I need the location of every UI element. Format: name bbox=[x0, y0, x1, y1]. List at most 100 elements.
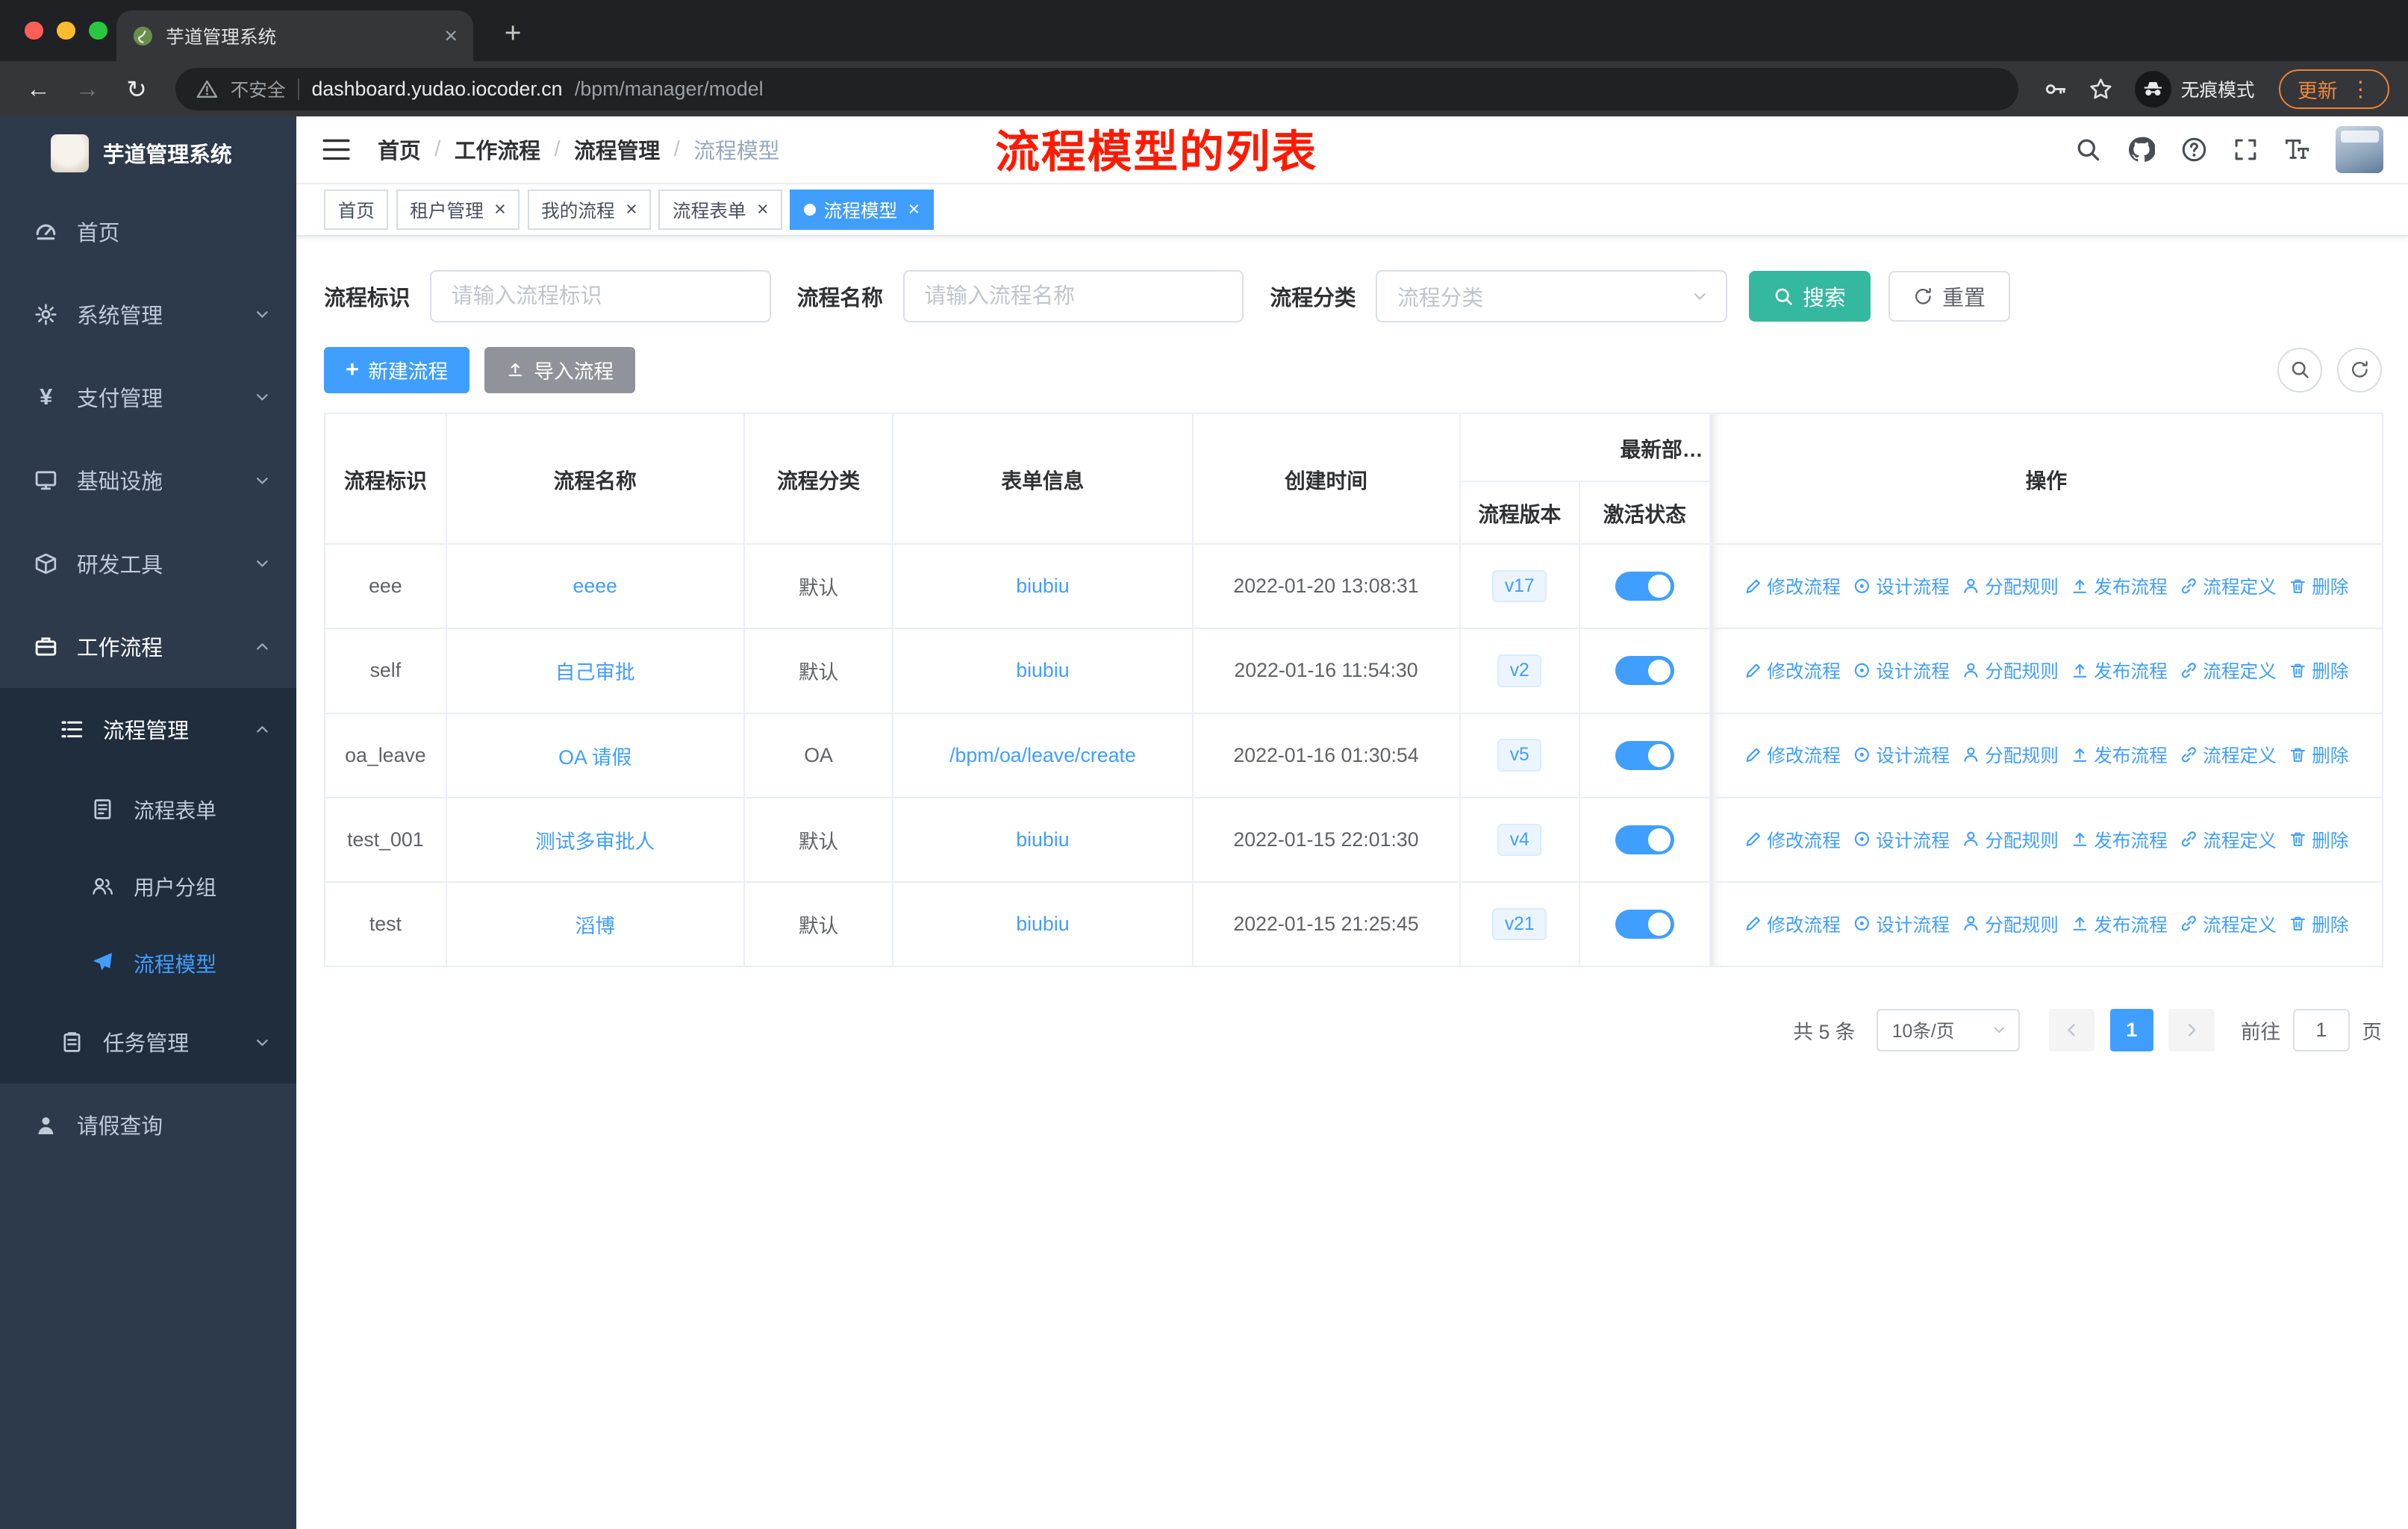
process-id-input[interactable] bbox=[430, 270, 771, 322]
fullscreen-icon[interactable] bbox=[2233, 137, 2258, 162]
delete-action[interactable]: 删除 bbox=[2289, 657, 2348, 684]
sidebar-item-task-management[interactable]: 任务管理 bbox=[0, 1001, 297, 1084]
close-icon[interactable]: × bbox=[908, 199, 920, 219]
active-toggle[interactable] bbox=[1615, 909, 1674, 939]
process-name-link[interactable]: 测试多审批人 bbox=[535, 831, 655, 853]
assign-action[interactable]: 分配规则 bbox=[1962, 826, 2059, 853]
breadcrumb-process-management[interactable]: 流程管理 bbox=[574, 134, 660, 165]
form-info-link[interactable]: biubiu bbox=[1016, 659, 1069, 681]
key-icon[interactable] bbox=[2036, 71, 2073, 107]
assign-action[interactable]: 分配规则 bbox=[1962, 741, 2059, 768]
process-name-link[interactable]: OA 请假 bbox=[558, 746, 631, 769]
process-name-link[interactable]: eeee bbox=[573, 575, 617, 597]
help-icon[interactable] bbox=[2181, 137, 2207, 163]
design-action[interactable]: 设计流程 bbox=[1853, 657, 1950, 684]
sidebar-item-home[interactable]: 首页 bbox=[0, 190, 296, 273]
delete-action[interactable]: 删除 bbox=[2289, 572, 2348, 599]
refresh-table-button[interactable] bbox=[2337, 347, 2383, 393]
edit-action[interactable]: 修改流程 bbox=[1744, 572, 1841, 599]
assign-action[interactable]: 分配规则 bbox=[1962, 657, 2059, 684]
publish-action[interactable]: 发布流程 bbox=[2071, 910, 2168, 937]
delete-action[interactable]: 删除 bbox=[2289, 910, 2348, 937]
user-avatar[interactable] bbox=[2336, 125, 2384, 174]
breadcrumb-workflow[interactable]: 工作流程 bbox=[455, 134, 540, 165]
close-icon[interactable]: × bbox=[757, 199, 769, 219]
browser-tab[interactable]: 芋道管理系统 × bbox=[116, 10, 473, 62]
design-action[interactable]: 设计流程 bbox=[1853, 910, 1950, 937]
github-icon[interactable] bbox=[2127, 136, 2155, 163]
form-info-link[interactable]: /bpm/oa/leave/create bbox=[949, 744, 1136, 766]
prev-page-button[interactable] bbox=[2048, 1008, 2095, 1052]
active-toggle[interactable] bbox=[1615, 825, 1674, 854]
assign-action[interactable]: 分配规则 bbox=[1962, 572, 2059, 599]
tag-home[interactable]: 首页 bbox=[324, 190, 389, 230]
sidebar-item-payment[interactable]: ¥ 支付管理 bbox=[0, 356, 296, 439]
reset-button[interactable]: 重置 bbox=[1888, 271, 2010, 322]
close-tab-icon[interactable]: × bbox=[444, 24, 458, 48]
import-process-button[interactable]: 导入流程 bbox=[484, 346, 635, 393]
font-size-icon[interactable] bbox=[2283, 137, 2309, 163]
design-action[interactable]: 设计流程 bbox=[1853, 826, 1950, 853]
sidebar-item-process-model[interactable]: 流程模型 bbox=[0, 924, 297, 1001]
publish-action[interactable]: 发布流程 bbox=[2071, 657, 2168, 684]
assign-action[interactable]: 分配规则 bbox=[1962, 910, 2059, 937]
address-bar[interactable]: 不安全 dashboard.yudao.iocoder.cn /bpm/mana… bbox=[175, 67, 2018, 111]
edit-action[interactable]: 修改流程 bbox=[1744, 826, 1841, 853]
sidebar-item-system[interactable]: 系统管理 bbox=[0, 273, 296, 356]
form-info-link[interactable]: biubiu bbox=[1016, 575, 1069, 597]
active-toggle[interactable] bbox=[1615, 572, 1674, 601]
page-number-button[interactable]: 1 bbox=[2109, 1008, 2153, 1052]
publish-action[interactable]: 发布流程 bbox=[2071, 741, 2168, 768]
close-icon[interactable]: × bbox=[626, 199, 637, 219]
minimize-window-button[interactable] bbox=[57, 21, 75, 40]
collapse-sidebar-icon[interactable] bbox=[316, 130, 356, 169]
tag-tenant-management[interactable]: 租户管理 × bbox=[396, 190, 520, 230]
process-name-input[interactable] bbox=[902, 270, 1244, 322]
create-process-button[interactable]: + 新建流程 bbox=[324, 346, 470, 393]
forward-button[interactable]: → bbox=[68, 69, 107, 109]
form-info-link[interactable]: biubiu bbox=[1016, 828, 1069, 851]
definition-action[interactable]: 流程定义 bbox=[2180, 826, 2277, 853]
toggle-search-button[interactable] bbox=[2277, 347, 2322, 393]
delete-action[interactable]: 删除 bbox=[2289, 826, 2348, 853]
publish-action[interactable]: 发布流程 bbox=[2071, 572, 2168, 599]
back-button[interactable]: ← bbox=[19, 69, 58, 109]
close-window-button[interactable] bbox=[24, 21, 43, 40]
sidebar-item-process-form[interactable]: 流程表单 bbox=[0, 770, 297, 848]
breadcrumb-home[interactable]: 首页 bbox=[378, 134, 421, 165]
sidebar-item-devtools[interactable]: 研发工具 bbox=[0, 522, 296, 604]
goto-page-input[interactable] bbox=[2292, 1008, 2350, 1052]
definition-action[interactable]: 流程定义 bbox=[2180, 910, 2277, 937]
search-button[interactable]: 搜索 bbox=[1749, 271, 1871, 322]
next-page-button[interactable] bbox=[2168, 1008, 2215, 1052]
tag-process-form[interactable]: 流程表单 × bbox=[658, 190, 783, 230]
search-icon[interactable] bbox=[2075, 137, 2101, 163]
delete-action[interactable]: 删除 bbox=[2289, 741, 2348, 768]
edit-action[interactable]: 修改流程 bbox=[1744, 910, 1841, 937]
sidebar-item-user-group[interactable]: 用户分组 bbox=[0, 847, 297, 925]
page-size-select[interactable]: 10条/页 bbox=[1877, 1008, 2020, 1052]
reload-button[interactable]: ↻ bbox=[116, 69, 156, 109]
edit-action[interactable]: 修改流程 bbox=[1744, 657, 1841, 684]
edit-action[interactable]: 修改流程 bbox=[1744, 741, 1841, 768]
sidebar-item-infrastructure[interactable]: 基础设施 bbox=[0, 439, 296, 522]
definition-action[interactable]: 流程定义 bbox=[2180, 657, 2277, 684]
browser-menu-icon[interactable]: ⋮ bbox=[2350, 76, 2371, 102]
process-category-select[interactable]: 流程分类 bbox=[1376, 270, 1728, 322]
publish-action[interactable]: 发布流程 bbox=[2071, 826, 2168, 853]
design-action[interactable]: 设计流程 bbox=[1853, 741, 1950, 768]
update-button[interactable]: 更新 ⋮ bbox=[2279, 69, 2390, 110]
active-toggle[interactable] bbox=[1615, 656, 1674, 686]
active-toggle[interactable] bbox=[1615, 740, 1674, 770]
close-icon[interactable]: × bbox=[494, 199, 506, 219]
form-info-link[interactable]: biubiu bbox=[1016, 913, 1069, 935]
definition-action[interactable]: 流程定义 bbox=[2180, 741, 2277, 768]
sidebar-item-workflow[interactable]: 工作流程 bbox=[0, 605, 296, 688]
zoom-window-button[interactable] bbox=[89, 21, 107, 40]
sidebar-item-process-management[interactable]: 流程管理 bbox=[0, 687, 297, 771]
process-name-link[interactable]: 自己审批 bbox=[555, 661, 635, 684]
new-tab-button[interactable]: + bbox=[494, 16, 531, 52]
tag-my-process[interactable]: 我的流程 × bbox=[527, 190, 652, 230]
sidebar-item-leave-query[interactable]: 请假查询 bbox=[0, 1084, 296, 1166]
design-action[interactable]: 设计流程 bbox=[1853, 572, 1950, 599]
